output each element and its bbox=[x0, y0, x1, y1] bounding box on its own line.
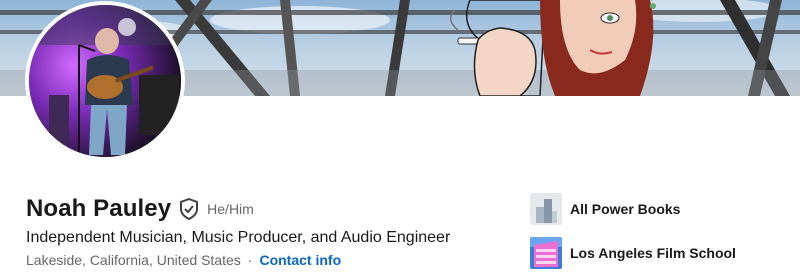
profile-organizations: All Power Books Los Angeles Film School bbox=[530, 192, 790, 273]
profile-pronouns: He/Him bbox=[207, 201, 254, 217]
org-name: All Power Books bbox=[570, 201, 681, 217]
profile-avatar[interactable] bbox=[25, 1, 185, 161]
all-power-books-logo-icon bbox=[530, 193, 562, 225]
profile-location-row: Lakeside, California, United States · Co… bbox=[26, 252, 341, 268]
org-item-all-power-books[interactable]: All Power Books bbox=[530, 192, 790, 226]
org-name: Los Angeles Film School bbox=[570, 245, 736, 261]
avatar-photo bbox=[29, 5, 181, 157]
contact-info-link[interactable]: Contact info bbox=[259, 252, 341, 268]
profile-name: Noah Pauley bbox=[26, 195, 172, 222]
separator-dot: · bbox=[247, 252, 253, 268]
profile-headline: Independent Musician, Music Producer, an… bbox=[26, 229, 451, 246]
verified-shield-icon[interactable] bbox=[179, 197, 199, 221]
la-film-school-logo-icon bbox=[530, 237, 562, 269]
org-item-la-film-school[interactable]: Los Angeles Film School bbox=[530, 236, 790, 270]
profile-location: Lakeside, California, United States bbox=[26, 252, 241, 268]
profile-name-row: Noah Pauley He/Him bbox=[26, 195, 254, 223]
